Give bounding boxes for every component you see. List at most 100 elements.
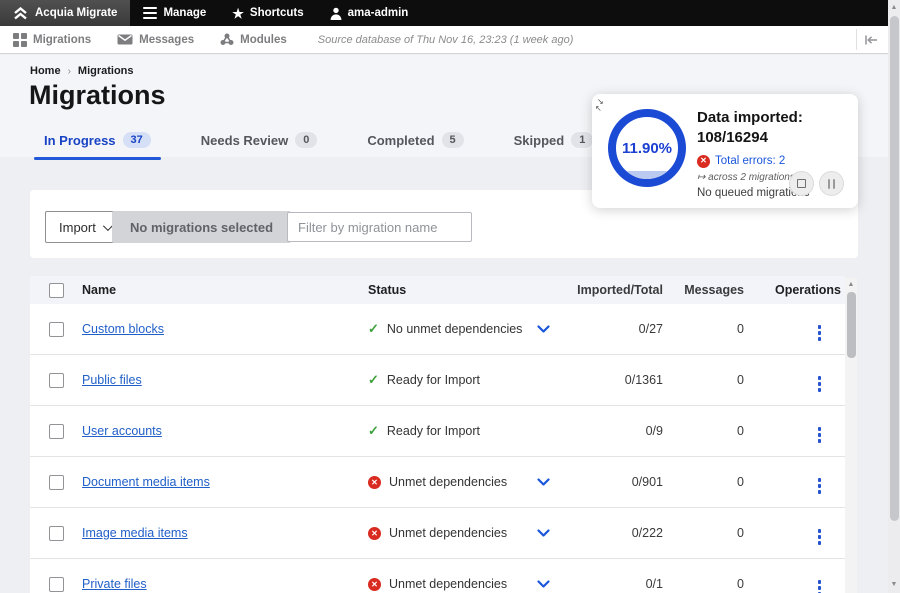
progress-percent: 11.90% [616, 117, 678, 179]
messages-count: 0 [665, 526, 746, 540]
pause-import-button[interactable] [819, 171, 844, 196]
brand-acquia-migrate[interactable]: Acquia Migrate [0, 0, 130, 26]
user-icon [330, 7, 342, 20]
row-checkbox[interactable] [49, 322, 64, 337]
no-migrations-selected-button[interactable]: No migrations selected [112, 211, 291, 243]
toolbar-item-modules[interactable]: Modules [207, 26, 300, 53]
user-menu[interactable]: ama-admin [317, 0, 422, 26]
acquia-logo-icon [13, 7, 28, 20]
messages-label: Messages [139, 34, 194, 46]
toolbar-item-messages[interactable]: Messages [104, 26, 207, 53]
migration-name-link[interactable]: Custom blocks [82, 322, 164, 336]
table-body: Custom blocks ✓ No unmet dependencies 0/… [30, 304, 845, 593]
source-database-note: Source database of Thu Nov 16, 23:23 (1 … [318, 34, 574, 46]
row-checkbox[interactable] [49, 373, 64, 388]
operations-menu-icon[interactable] [818, 325, 822, 341]
status-text: Ready for Import [387, 373, 480, 387]
migration-filter-input[interactable] [287, 212, 472, 242]
migration-name-link[interactable]: User accounts [82, 424, 162, 438]
breadcrumb-home-link[interactable]: Home [30, 65, 61, 77]
breadcrumb-separator: › [68, 66, 71, 77]
status-text: No unmet dependencies [387, 322, 523, 336]
expand-chevron-icon[interactable] [537, 478, 550, 486]
messages-count: 0 [665, 475, 746, 489]
header-imported-total: Imported/Total [558, 283, 665, 297]
tab-label: Completed [367, 133, 434, 148]
manage-menu[interactable]: Manage [130, 0, 219, 26]
row-checkbox[interactable] [49, 577, 64, 592]
imported-total-value: 0/1 [558, 577, 665, 591]
tab-count-badge: 5 [442, 132, 464, 148]
imported-total-value: 0/901 [558, 475, 665, 489]
table-row: Public files ✓ Ready for Import 0/1361 0 [30, 355, 845, 406]
modules-icon [220, 33, 234, 46]
toolbar-item-migrations[interactable]: Migrations [0, 26, 104, 53]
page-scrollbar[interactable]: ▲ ▼ [888, 0, 900, 593]
tab-label: Skipped [514, 133, 565, 148]
tab-skipped[interactable]: Skipped 1 [510, 123, 598, 157]
status-icon: ✓ [368, 372, 379, 388]
modules-label: Modules [240, 34, 287, 46]
table-scroll-up-icon[interactable]: ▲ [845, 280, 857, 290]
operations-menu-icon[interactable] [818, 529, 822, 545]
operations-menu-icon[interactable] [818, 580, 822, 593]
total-errors-link[interactable]: ✕ Total errors: 2 [697, 155, 847, 168]
tab-completed[interactable]: Completed 5 [363, 123, 467, 157]
header-messages: Messages [665, 283, 746, 297]
messages-count: 0 [665, 577, 746, 591]
row-checkbox[interactable] [49, 475, 64, 490]
status-text: Unmet dependencies [389, 526, 507, 540]
migrations-table: Name Status Imported/Total Messages Oper… [30, 276, 845, 593]
status-icon: ✕ [368, 527, 381, 540]
table-scrollbar-thumb[interactable] [847, 292, 856, 358]
status-icon: ✕ [368, 476, 381, 489]
tab-label: Needs Review [201, 133, 288, 148]
migration-name-link[interactable]: Image media items [82, 526, 188, 540]
resize-card-icon[interactable]: ↘↖ [597, 98, 604, 112]
migration-name-link[interactable]: Private files [82, 577, 147, 591]
table-row: Document media items ✕ Unmet dependencie… [30, 457, 845, 508]
tab-count-badge: 0 [295, 132, 317, 148]
module-toolbar: Migrations Messages Modules Source datab… [0, 26, 888, 54]
operations-menu-icon[interactable] [818, 376, 822, 392]
select-all-checkbox[interactable] [49, 283, 64, 298]
tab-needs-review[interactable]: Needs Review 0 [197, 123, 322, 157]
data-imported-title: Data imported: 108/16294 [697, 108, 847, 149]
page-scrollbar-thumb[interactable] [890, 16, 899, 521]
row-checkbox[interactable] [49, 526, 64, 541]
status-icon: ✓ [368, 423, 379, 439]
tab-in-progress[interactable]: In Progress 37 [40, 123, 155, 157]
page-title: Migrations [29, 80, 166, 111]
stop-icon [797, 179, 806, 188]
collapse-toolbar-icon[interactable] [856, 29, 884, 50]
imported-total-value: 0/27 [558, 322, 665, 336]
imported-total-value: 0/222 [558, 526, 665, 540]
status-text: Unmet dependencies [389, 475, 507, 489]
table-scrollbar[interactable]: ▲ [845, 278, 857, 593]
operations-menu-icon[interactable] [818, 478, 822, 494]
page-scroll-up-icon[interactable]: ▲ [888, 2, 900, 14]
migration-name-link[interactable]: Public files [82, 373, 142, 387]
tab-count-badge: 1 [571, 132, 593, 148]
expand-chevron-icon[interactable] [537, 325, 550, 333]
status-icon: ✓ [368, 321, 379, 337]
status-text: Ready for Import [387, 424, 480, 438]
progress-ring: 11.90% [608, 109, 686, 187]
imported-total-value: 0/9 [558, 424, 665, 438]
table-header-row: Name Status Imported/Total Messages Oper… [30, 276, 845, 304]
migration-name-link[interactable]: Document media items [82, 475, 210, 489]
shortcuts-menu[interactable]: ★ Shortcuts [219, 0, 316, 26]
row-checkbox[interactable] [49, 424, 64, 439]
messages-count: 0 [665, 424, 746, 438]
page-scroll-down-icon[interactable]: ▼ [888, 579, 900, 591]
expand-chevron-icon[interactable] [537, 529, 550, 537]
table-row: Image media items ✕ Unmet dependencies 0… [30, 508, 845, 559]
migrations-label: Migrations [33, 34, 91, 46]
import-progress-card: ↘↖ 11.90% Data imported: 108/16294 ✕ Tot… [592, 94, 858, 208]
manage-label: Manage [163, 7, 206, 19]
stop-import-button[interactable] [789, 171, 814, 196]
operations-menu-icon[interactable] [818, 427, 822, 443]
expand-chevron-icon[interactable] [537, 580, 550, 588]
table-row: Private files ✕ Unmet dependencies 0/1 0 [30, 559, 845, 593]
envelope-icon [117, 34, 133, 45]
